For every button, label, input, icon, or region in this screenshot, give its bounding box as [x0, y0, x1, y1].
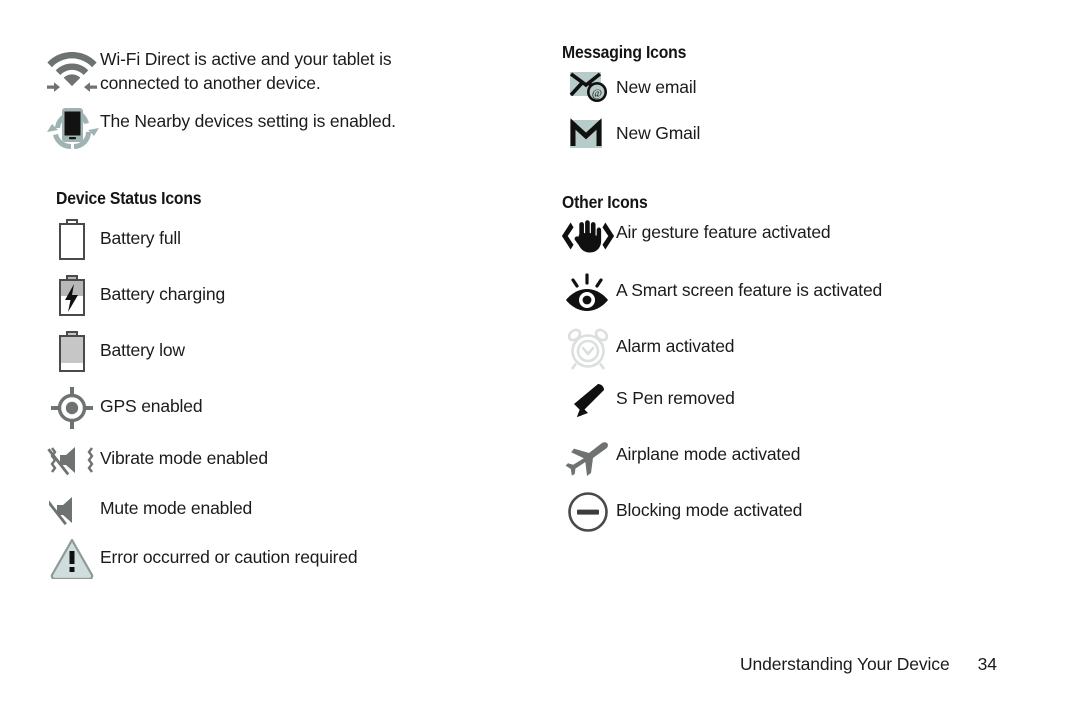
list-item: Airplane mode activated [560, 434, 800, 478]
wifi-direct-icon [44, 44, 100, 94]
air-gesture-icon [560, 216, 616, 258]
list-item: Vibrate mode enabled [44, 440, 268, 480]
list-item: The Nearby devices setting is enabled. [44, 106, 396, 154]
list-item: Air gesture feature activated [560, 216, 831, 258]
list-item-label: Battery low [100, 340, 185, 360]
list-item-label: S Pen removed [616, 388, 735, 408]
list-item: Wi-Fi Direct is active and your tablet i… [44, 44, 392, 95]
new-gmail-icon [560, 118, 616, 152]
list-item: Battery charging [44, 274, 225, 318]
new-email-icon: @ [560, 70, 616, 106]
vibrate-icon [44, 440, 100, 480]
list-item-label: The Nearby devices setting is enabled. [100, 111, 396, 131]
list-item: A Smart screen feature is activated [560, 272, 882, 314]
airplane-mode-icon [560, 434, 616, 478]
battery-charging-icon [44, 274, 100, 318]
section-heading-device-status: Device Status Icons [56, 188, 202, 208]
list-item-label: Wi-Fi Direct is active and your tablet i… [100, 49, 392, 93]
list-item-label: Battery charging [100, 284, 226, 304]
list-item: S Pen removed [560, 380, 735, 426]
list-item-label: Mute mode enabled [100, 498, 253, 518]
section-heading-messaging: Messaging Icons [562, 42, 687, 62]
blocking-mode-icon [560, 490, 616, 534]
alarm-icon [560, 326, 616, 372]
list-item-label: GPS enabled [100, 396, 203, 416]
mute-icon [44, 490, 100, 530]
manual-page: Wi-Fi Direct is active and your tablet i… [0, 0, 1080, 720]
list-item: Battery low [44, 330, 185, 374]
footer-title: Understanding Your Device [740, 654, 950, 674]
section-heading-other: Other Icons [562, 192, 648, 212]
list-item: Alarm activated [560, 326, 735, 372]
list-item-label: Blocking mode activated [616, 500, 803, 520]
list-item: Battery full [44, 218, 181, 262]
list-item: @ New email [560, 70, 696, 106]
list-item-label: Alarm activated [616, 336, 735, 356]
nearby-devices-icon [44, 106, 100, 154]
list-item: New Gmail [560, 118, 700, 152]
list-item: Error occurred or caution required [44, 537, 358, 579]
page-number: 34 [977, 654, 997, 674]
list-item: Blocking mode activated [560, 490, 802, 534]
battery-low-icon [44, 330, 100, 374]
list-item-label: Error occurred or caution required [100, 547, 358, 567]
gps-icon [44, 386, 100, 430]
list-item-label: New Gmail [616, 123, 701, 143]
s-pen-icon [560, 380, 616, 426]
smart-screen-icon [560, 272, 616, 314]
caution-icon [44, 537, 100, 579]
list-item-label: Air gesture feature activated [616, 222, 831, 242]
list-item-label: A Smart screen feature is activated [616, 280, 883, 300]
page-footer: Understanding Your Device 34 [740, 654, 997, 675]
list-item-label: Vibrate mode enabled [100, 448, 268, 468]
list-item-label: Battery full [100, 228, 181, 248]
list-item-label: Airplane mode activated [616, 444, 801, 464]
svg-text:@: @ [592, 87, 602, 99]
list-item: GPS enabled [44, 386, 203, 430]
list-item-label: New email [616, 77, 697, 97]
list-item: Mute mode enabled [44, 490, 252, 530]
battery-full-icon [44, 218, 100, 262]
